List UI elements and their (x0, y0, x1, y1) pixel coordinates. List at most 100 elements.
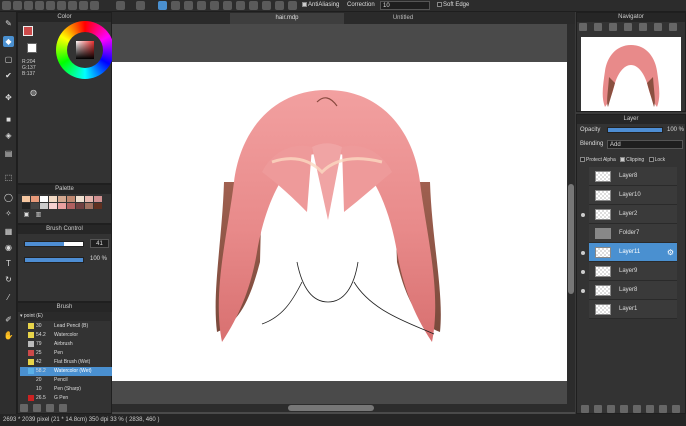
brush-item[interactable]: 30Lead Pencil (B) (20, 322, 118, 331)
snap-circle-icon[interactable] (223, 1, 232, 10)
text-tool-icon[interactable]: T (3, 258, 14, 269)
clipping-checkbox[interactable] (620, 157, 625, 162)
layer-row[interactable]: Layer2 (589, 205, 677, 224)
vertical-scroll-thumb[interactable] (568, 184, 574, 294)
tab-hair[interactable]: hair.mdp (230, 13, 344, 24)
brush-group-header[interactable]: ▾ point (E) (20, 312, 118, 321)
correction-select[interactable]: 10 (380, 1, 430, 10)
pen-tool-icon[interactable]: ✎ (3, 18, 14, 29)
layer-row[interactable]: Layer9 (589, 262, 677, 281)
palette-swatch[interactable] (58, 203, 66, 209)
visibility-icon[interactable] (581, 251, 585, 255)
palette-swatch[interactable] (85, 203, 93, 209)
fill-rect-icon[interactable]: ■ (3, 114, 14, 125)
open-file-icon[interactable] (24, 1, 33, 10)
duplicate-layer-icon[interactable] (607, 405, 615, 413)
brush-folder-icon[interactable] (46, 404, 54, 412)
rotate-right-icon[interactable] (654, 23, 662, 31)
eyedropper-icon[interactable]: ⁄ (3, 292, 14, 303)
delete-layer-icon[interactable] (672, 405, 680, 413)
layer-settings-icon[interactable] (659, 405, 667, 413)
palette-swatch[interactable] (76, 196, 84, 202)
fit-icon[interactable] (609, 23, 617, 31)
snap-curve-icon[interactable] (236, 1, 245, 10)
brush-icon[interactable] (46, 1, 55, 10)
magic-wand-icon[interactable]: ✔ (3, 70, 14, 81)
horizontal-scroll-thumb[interactable] (288, 405, 374, 411)
palette-swatch[interactable] (40, 203, 48, 209)
palette-delete-icon[interactable]: ▥ (33, 210, 44, 221)
layer-folder[interactable]: Folder7 (589, 224, 677, 243)
color-settings-icon[interactable]: ◍ (28, 87, 39, 98)
actual-size-icon[interactable] (624, 23, 632, 31)
clear-layer-icon[interactable] (646, 405, 654, 413)
blending-select[interactable]: Add (607, 140, 683, 149)
gradient-icon[interactable] (90, 1, 99, 10)
select-pen-icon[interactable]: ⬚ (3, 172, 14, 183)
new-layer-set-icon[interactable] (594, 405, 602, 413)
palette-swatch[interactable] (49, 196, 57, 202)
bucket-icon[interactable] (79, 1, 88, 10)
horizontal-scrollbar[interactable] (112, 404, 575, 412)
save-icon[interactable] (35, 1, 44, 10)
redo-icon[interactable] (136, 1, 145, 10)
hand-tool-icon[interactable]: ✋ (3, 330, 14, 341)
move-icon[interactable]: ✥ (3, 92, 14, 103)
brush-settings-icon[interactable] (59, 404, 67, 412)
protect-alpha-checkbox[interactable] (580, 157, 585, 162)
soft-edge-toggle[interactable]: Soft Edge (437, 2, 469, 8)
zoom-out-icon[interactable] (594, 23, 602, 31)
saturation-value-square[interactable] (76, 41, 94, 59)
layer-row[interactable]: Layer1 (589, 300, 677, 319)
background-color-swatch[interactable] (27, 43, 37, 53)
brush-item[interactable]: 79Airbrush (20, 340, 118, 349)
rect-select-icon[interactable]: ▢ (3, 54, 14, 65)
layer-row[interactable]: Layer10 (589, 186, 677, 205)
visibility-icon[interactable] (581, 270, 585, 274)
layer-row[interactable]: Layer11⚙ (589, 243, 677, 262)
lasso-icon[interactable]: ◯ (3, 192, 14, 203)
palette-swatch[interactable] (40, 196, 48, 202)
soft-edge-checkbox[interactable] (437, 2, 442, 7)
brush-item[interactable]: 58.2Watercolor (Wet) (20, 367, 118, 376)
layer-row[interactable]: Layer8 (589, 167, 677, 186)
menu-icon[interactable] (2, 1, 11, 10)
snap-off-icon[interactable] (158, 1, 167, 10)
rotate-left-icon[interactable] (639, 23, 647, 31)
select-eraser-icon[interactable]: ▦ (3, 226, 14, 237)
navigator-preview[interactable] (581, 37, 681, 111)
palette-swatch[interactable] (31, 196, 39, 202)
snap-radial-icon[interactable] (210, 1, 219, 10)
palette-swatch[interactable] (94, 203, 102, 209)
brush-item[interactable]: 25Pen (20, 349, 118, 358)
palette-swatch[interactable] (49, 203, 57, 209)
snap-settings-icon[interactable] (288, 1, 297, 10)
new-layer-icon[interactable] (581, 405, 589, 413)
palette-swatch[interactable] (85, 196, 93, 202)
flip-icon[interactable] (669, 23, 677, 31)
antialiasing-checkbox[interactable] (302, 2, 307, 7)
layer-opacity-slider[interactable] (607, 127, 663, 133)
brush-size-value[interactable]: 41 (90, 239, 109, 248)
snap-ellipse-icon[interactable] (249, 1, 258, 10)
eraser-tool-icon[interactable]: ◆ (3, 36, 14, 47)
brush-tool-icon[interactable]: ✐ (3, 314, 14, 325)
brush-item[interactable]: 54.2Watercolor (20, 331, 118, 340)
palette-swatch[interactable] (67, 203, 75, 209)
palette-swatch[interactable] (31, 203, 39, 209)
antialiasing-toggle[interactable]: AntiAliasing (302, 2, 339, 8)
brush-item[interactable]: 26.5G Pen (20, 394, 118, 403)
snap-cross-icon[interactable] (184, 1, 193, 10)
new-folder-icon[interactable] (633, 405, 641, 413)
vertical-scrollbar[interactable] (567, 24, 575, 404)
snap-parallel-icon[interactable] (171, 1, 180, 10)
bucket-tool-icon[interactable]: ◈ (3, 130, 14, 141)
visibility-icon[interactable] (581, 289, 585, 293)
visibility-icon[interactable] (581, 213, 585, 217)
brush-download-icon[interactable] (20, 404, 28, 412)
drawing-canvas[interactable] (112, 62, 567, 381)
palette-swatch[interactable] (22, 196, 30, 202)
palette-add-icon[interactable]: ▣ (21, 210, 32, 221)
select-icon[interactable] (68, 1, 77, 10)
color-wheel[interactable] (56, 21, 114, 79)
